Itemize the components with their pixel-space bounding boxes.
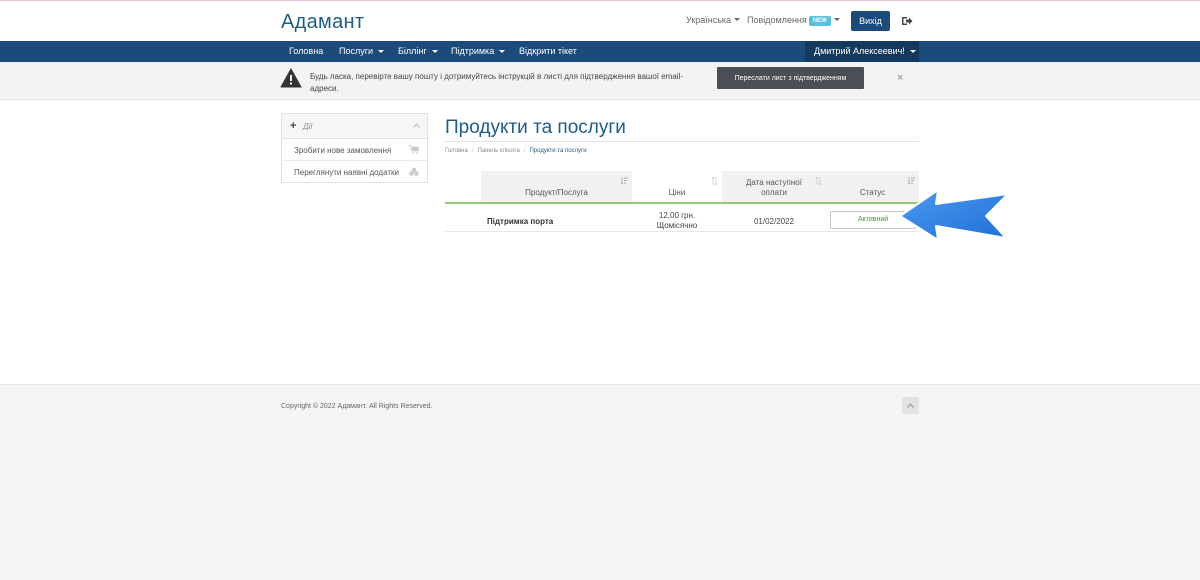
nav-item-label: Послуги (339, 46, 374, 56)
title-divider (445, 141, 919, 142)
column-header-label: Ціни (668, 188, 686, 197)
breadcrumb-current: Продукти та послуги (529, 148, 587, 154)
breadcrumb-client-area[interactable]: Панель клієнта (477, 148, 519, 154)
chevron-down-icon (833, 18, 840, 21)
plus-icon: + (290, 120, 297, 132)
nav-item-billing[interactable]: Біллінг (398, 46, 438, 56)
user-menu[interactable]: Дмитрий Алексеевич! (805, 41, 919, 62)
chevron-down-icon (734, 18, 741, 21)
notifications-menu[interactable]: Повідомлення NEW (747, 15, 840, 26)
main-content: + Дії Зробити нове замовлення Переглянут… (0, 101, 1200, 384)
cell-price: 12,00 грн. Щомісячно (632, 211, 722, 231)
pointer-arrow-icon (899, 189, 1009, 241)
sidebar-item-label: Зробити нове замовлення (294, 146, 392, 155)
chevron-up-icon[interactable] (413, 123, 420, 128)
sort-desc-icon (908, 177, 915, 185)
notifications-label: Повідомлення (747, 15, 807, 25)
billing-cycle: Щомісячно (656, 221, 698, 230)
nav-item-label: Відкрити тікет (519, 46, 577, 56)
column-header-label: Дата наступної оплати (746, 178, 802, 197)
chevron-down-icon (499, 50, 506, 53)
cell-next-due: 01/02/2022 (753, 217, 795, 226)
row-divider (445, 231, 919, 232)
resend-verification-button[interactable]: Переслати лист з підтвердженням (717, 67, 864, 89)
chevron-up-icon (907, 403, 914, 408)
actions-panel: + Дії Зробити нове замовлення Переглянут… (281, 113, 428, 183)
nav-item-home[interactable]: Головна (289, 46, 323, 56)
new-badge: NEW (808, 16, 831, 26)
nav-item-label: Головна (289, 46, 324, 56)
nav-item-support[interactable]: Підтримка (451, 46, 506, 56)
column-header-label: Продукт/Послуга (525, 188, 588, 197)
sidebar-item-addons[interactable]: Переглянути наявні додатки (282, 161, 427, 183)
close-icon[interactable]: × (897, 72, 903, 84)
table-header-underline (445, 202, 919, 204)
actions-panel-title: Дії (303, 122, 313, 131)
site-footer: Copyright © 2022 Адамант. All Rights Res… (0, 384, 1200, 580)
cart-icon (409, 145, 419, 154)
language-label: Українська (686, 15, 732, 25)
sort-icon (711, 177, 718, 185)
nav-item-open-ticket[interactable]: Відкрити тікет (519, 46, 577, 56)
column-header-product[interactable]: Продукт/Послуга (481, 171, 632, 202)
breadcrumb-home[interactable]: Головна (445, 148, 468, 154)
nav-item-label: Біллінг (398, 46, 427, 56)
user-name: Дмитрий Алексеевич! (814, 46, 905, 56)
cell-product[interactable]: Підтримка порта (487, 217, 553, 226)
breadcrumb: Головна / Панель клієнта / Продукти та послу… (445, 148, 587, 154)
main-navbar: Головна Послуги Біллінг Підтримка Відкри… (0, 41, 1200, 62)
column-header-next-due[interactable]: Дата наступної оплати (722, 171, 826, 202)
sidebar-item-new-order[interactable]: Зробити нове замовлення (282, 139, 427, 161)
price-amount: 12,00 грн. (658, 211, 696, 220)
back-to-top-button[interactable] (902, 397, 919, 414)
alert-message: Будь ласка, перевірте вашу пошту і дотри… (310, 72, 684, 93)
sort-icon (815, 177, 822, 185)
chevron-down-icon (431, 50, 438, 53)
exit-icon[interactable] (901, 15, 913, 27)
actions-panel-header[interactable]: + Дії (282, 114, 427, 139)
email-verification-alert: Будь ласка, перевірте вашу пошту і дотри… (0, 62, 1200, 100)
chevron-down-icon (378, 50, 385, 53)
nav-item-services[interactable]: Послуги (339, 46, 385, 56)
nav-item-label: Підтримка (451, 46, 495, 56)
language-selector[interactable]: Українська (686, 15, 741, 25)
column-header-price[interactable]: Ціни (632, 171, 722, 202)
copyright-text: Copyright © 2022 Адамант. All Rights Res… (281, 403, 433, 410)
page-title: Продукти та послуги (445, 117, 626, 138)
sidebar-item-label: Переглянути наявні додатки (294, 168, 399, 177)
sort-desc-icon (621, 177, 628, 185)
chevron-down-icon (909, 50, 916, 53)
site-header: Адамант Українська Повідомлення NEW Вихід (0, 1, 1200, 41)
logout-button[interactable]: Вихід (851, 11, 890, 31)
breadcrumb-separator: / (471, 148, 474, 154)
cubes-icon (409, 167, 419, 176)
breadcrumb-separator: / (523, 148, 526, 154)
warning-icon (280, 68, 302, 88)
site-logo[interactable]: Адамант (281, 11, 364, 34)
